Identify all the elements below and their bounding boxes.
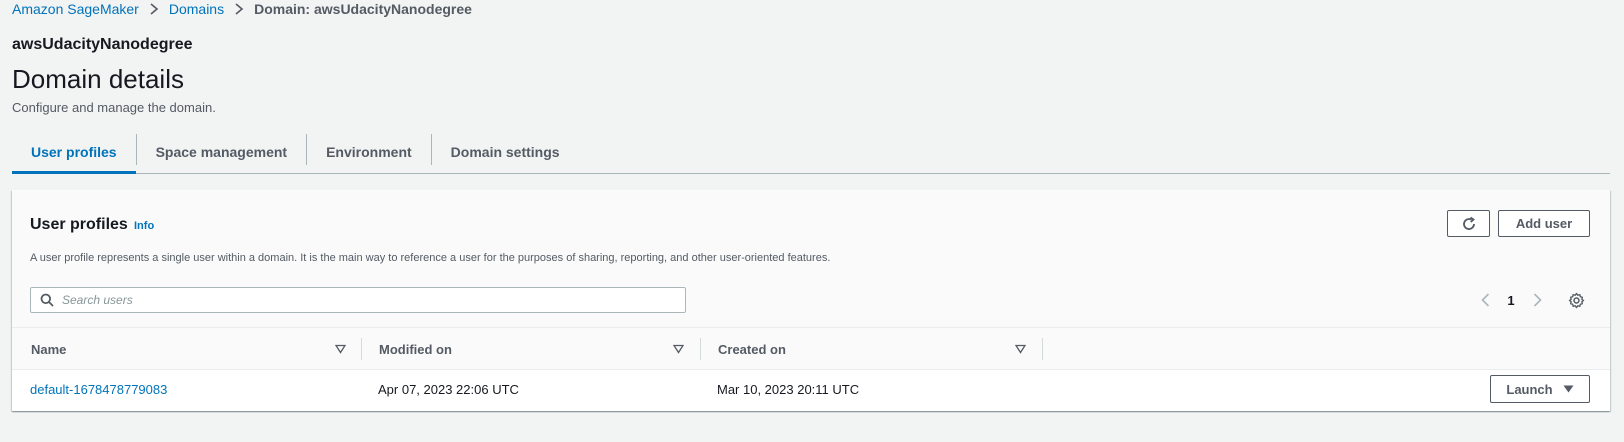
breadcrumb-link-sagemaker[interactable]: Amazon SageMaker	[12, 1, 139, 17]
launch-button-label: Launch	[1506, 381, 1553, 397]
page-description: Configure and manage the domain.	[12, 100, 216, 115]
container-header: User profiles Info A user profile repres…	[12, 190, 1610, 328]
table-header: Name Modified on Created on	[12, 328, 1610, 370]
previous-page-button[interactable]	[1474, 289, 1496, 311]
section-description: A user profile represents a single user …	[30, 252, 831, 264]
column-divider	[361, 338, 362, 360]
breadcrumb: Amazon SageMaker Domains Domain: awsUdac…	[12, 0, 472, 18]
preferences-button[interactable]	[1566, 290, 1586, 310]
page: Amazon SageMaker Domains Domain: awsUdac…	[0, 0, 1624, 442]
chevron-right-icon	[228, 3, 250, 15]
chevron-right-icon	[143, 3, 165, 15]
tab-space-management[interactable]: Space management	[137, 130, 307, 173]
refresh-icon	[1462, 216, 1475, 230]
pagination: 1	[1474, 289, 1548, 311]
created-on-cell: Mar 10, 2023 20:11 UTC	[717, 381, 860, 397]
launch-dropdown-button[interactable]: Launch	[1490, 375, 1590, 403]
caret-down-icon	[1563, 385, 1574, 393]
modified-on-cell: Apr 07, 2023 22:06 UTC	[378, 381, 519, 397]
section-title: User profiles	[30, 216, 128, 233]
user-profiles-container: User profiles Info A user profile repres…	[12, 190, 1610, 411]
page-title: Domain details	[12, 64, 184, 94]
breadcrumb-link-domains[interactable]: Domains	[169, 1, 224, 17]
column-divider	[700, 338, 701, 360]
column-header-modified-on[interactable]: Modified on	[379, 328, 452, 370]
search-box	[30, 287, 686, 313]
refresh-button[interactable]	[1447, 210, 1490, 237]
gear-icon	[1568, 292, 1584, 308]
sort-descending-icon[interactable]	[335, 344, 346, 354]
tab-user-profiles[interactable]: User profiles	[12, 130, 136, 174]
search-input[interactable]	[62, 293, 662, 307]
add-user-button[interactable]: Add user	[1498, 210, 1590, 237]
breadcrumb-current: Domain: awsUdacityNanodegree	[254, 1, 472, 17]
sort-descending-icon[interactable]	[1015, 344, 1026, 354]
page-number[interactable]: 1	[1496, 293, 1526, 308]
chevron-right-icon	[1533, 293, 1542, 307]
chevron-left-icon	[1480, 293, 1489, 307]
info-link[interactable]: Info	[134, 220, 154, 232]
tab-list: User profiles Space management Environme…	[12, 130, 1610, 174]
column-header-name[interactable]: Name	[31, 328, 66, 370]
tab-domain-settings[interactable]: Domain settings	[432, 130, 579, 173]
user-name-link[interactable]: default-1678478779083	[30, 370, 167, 408]
next-page-button[interactable]	[1526, 289, 1548, 311]
column-divider	[1042, 338, 1043, 360]
table-row: default-1678478779083 Apr 07, 2023 22:06…	[12, 370, 1610, 408]
domain-name: awsUdacityNanodegree	[12, 36, 193, 53]
search-icon	[40, 293, 54, 307]
tab-environment[interactable]: Environment	[307, 130, 431, 173]
column-header-created-on[interactable]: Created on	[718, 328, 786, 370]
sort-descending-icon[interactable]	[673, 344, 684, 354]
